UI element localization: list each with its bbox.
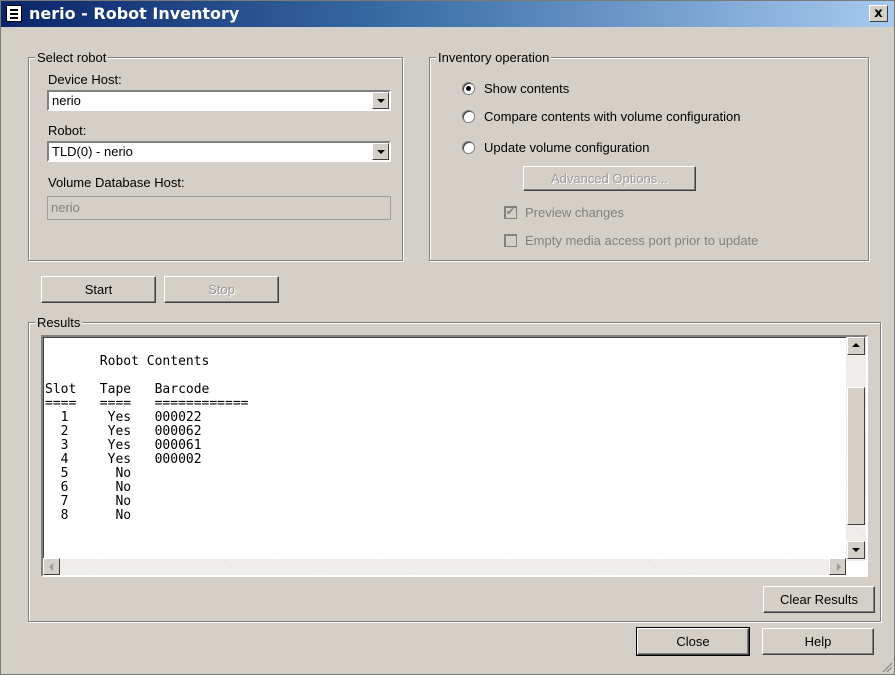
start-button[interactable]: Start (41, 276, 156, 303)
empty-media-port-label: Empty media access port prior to update (525, 233, 759, 248)
scroll-left-icon[interactable] (43, 558, 60, 575)
select-robot-legend: Select robot (35, 50, 109, 65)
slot-cell: 7 (60, 494, 69, 509)
close-window-button[interactable]: x (869, 5, 888, 22)
preview-changes-checkbox[interactable]: ✔ Preview changes (504, 205, 724, 221)
barcode-cell: 000022 (154, 410, 202, 425)
scroll-up-icon[interactable] (847, 337, 865, 355)
checkmark-icon: ✔ (504, 206, 517, 219)
volume-db-host-label: Volume Database Host: (48, 175, 185, 190)
tape-cell: Yes (107, 410, 132, 425)
horizontal-scrollbar[interactable] (43, 558, 846, 575)
robot-inventory-dialog: nerio - Robot Inventory x Select robot D… (0, 0, 895, 675)
radio-compare-contents-label: Compare contents with volume configurati… (484, 109, 741, 124)
select-robot-group: Select robot Device Host: nerio Robot: T… (28, 50, 403, 261)
results-text-area[interactable]: Robot Contents Slot Tape Barcode ==== ==… (41, 335, 868, 577)
tape-cell: Yes (107, 424, 132, 439)
radio-update-volume-config[interactable]: Update volume configuration (462, 140, 782, 156)
slot-cell: 4 (60, 452, 69, 467)
window-title: nerio - Robot Inventory (29, 4, 240, 23)
vertical-scrollbar[interactable] (846, 337, 866, 561)
volume-db-host-field: nerio (47, 196, 391, 220)
scroll-right-icon[interactable] (829, 558, 846, 575)
slot-cell: 1 (60, 410, 69, 425)
advanced-options-button[interactable]: Advanced Options... (523, 166, 696, 191)
robot-value: TLD(0) - nerio (52, 144, 133, 159)
results-heading: Robot Contents (99, 354, 210, 369)
barcode-cell: 000002 (154, 452, 202, 467)
checkbox-empty-icon (504, 234, 517, 247)
vertical-scroll-thumb[interactable] (847, 387, 865, 525)
robot-label: Robot: (48, 123, 87, 138)
tape-cell: No (115, 494, 132, 509)
preview-changes-label: Preview changes (525, 205, 624, 220)
barcode-cell: 000061 (154, 438, 202, 453)
title-bar[interactable]: nerio - Robot Inventory x (1, 1, 894, 27)
barcode-cell: 000062 (154, 424, 202, 439)
slot-cell: 8 (60, 508, 69, 523)
slot-cell: 6 (60, 480, 69, 495)
chevron-down-icon[interactable] (372, 143, 389, 160)
tape-cell: No (115, 466, 132, 481)
tape-cell: Yes (107, 452, 132, 467)
results-text: Robot Contents Slot Tape Barcode ==== ==… (45, 354, 249, 523)
close-button[interactable]: Close (636, 627, 750, 656)
radio-selected-icon (462, 82, 475, 95)
column-header-tape: Tape (99, 382, 132, 397)
radio-unselected-icon (462, 141, 475, 154)
slot-cell: 2 (60, 424, 69, 439)
slot-cell: 5 (60, 466, 69, 481)
inventory-operation-legend: Inventory operation (436, 50, 552, 65)
help-button[interactable]: Help (762, 628, 874, 655)
radio-unselected-icon (462, 110, 475, 123)
results-legend: Results (35, 315, 83, 330)
inventory-operation-group: Inventory operation Show contents Compar… (429, 50, 869, 261)
device-host-label: Device Host: (48, 72, 122, 87)
stop-button[interactable]: Stop (164, 276, 279, 303)
tape-cell: No (115, 508, 132, 523)
clear-results-button[interactable]: Clear Results (763, 586, 875, 613)
resize-grip-icon[interactable] (880, 660, 892, 672)
slot-cell: 3 (60, 438, 69, 453)
device-host-dropdown[interactable]: nerio (47, 90, 391, 111)
radio-update-volume-config-label: Update volume configuration (484, 140, 650, 155)
document-icon (6, 5, 22, 22)
column-header-slot: Slot (45, 382, 77, 397)
empty-media-port-checkbox[interactable]: Empty media access port prior to update (504, 233, 834, 249)
chevron-down-icon[interactable] (372, 92, 389, 109)
device-host-value: nerio (52, 93, 81, 108)
robot-dropdown[interactable]: TLD(0) - nerio (47, 141, 391, 162)
radio-compare-contents[interactable]: Compare contents with volume configurati… (462, 109, 852, 125)
tape-cell: Yes (107, 438, 132, 453)
tape-cell: No (115, 480, 132, 495)
column-header-barcode: Barcode (154, 382, 210, 397)
radio-show-contents-label: Show contents (484, 81, 570, 96)
radio-show-contents[interactable]: Show contents (462, 81, 782, 97)
scroll-down-icon[interactable] (847, 541, 865, 559)
